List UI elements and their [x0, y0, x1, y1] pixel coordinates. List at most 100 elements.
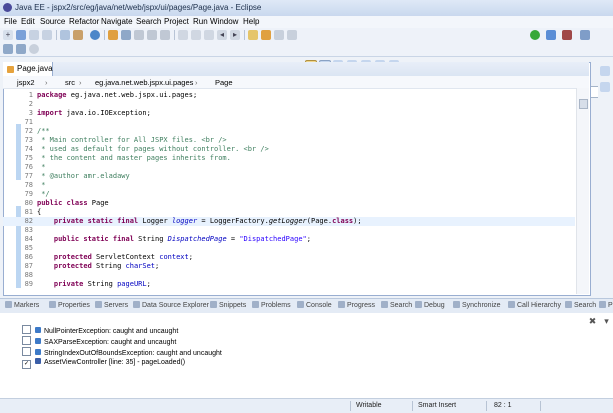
tab-search[interactable]: Search — [381, 301, 412, 309]
code-line[interactable]: 85 — [3, 244, 575, 253]
new-icon[interactable]: + — [3, 30, 13, 40]
line-number: 1 — [28, 91, 33, 99]
code-line[interactable]: 83 — [3, 226, 575, 235]
breakpoint-row[interactable]: ✓ AssetViewController [line: 35] - pageLo… — [22, 358, 185, 369]
code-line[interactable]: 87 protected String charSet; — [3, 262, 575, 271]
tab-page-java[interactable]: Page.java — [3, 62, 53, 76]
menu-file[interactable]: File — [4, 17, 17, 26]
menu-source[interactable]: Source — [40, 17, 65, 26]
new-class-icon[interactable] — [108, 30, 118, 40]
code-line[interactable]: 75 * the content and master pages inheri… — [3, 154, 575, 163]
tab-overflow[interactable]: P — [599, 301, 613, 309]
code-line[interactable]: 73 * Main controller for All JSPX files.… — [3, 136, 575, 145]
annotation-next-icon[interactable] — [191, 30, 201, 40]
tab-markers[interactable]: Markers — [5, 301, 39, 309]
code-line[interactable]: 84 public static final String Dispatched… — [3, 235, 575, 244]
package-icon[interactable] — [73, 30, 83, 40]
menu-project[interactable]: Project — [164, 17, 189, 26]
external-tools-icon[interactable] — [562, 30, 572, 40]
menu-help[interactable]: Help — [243, 17, 259, 26]
code-token: * Main controller for All JSPX files. <b… — [37, 136, 227, 144]
breakpoint-row[interactable]: SAXParseException: caught and uncaught — [22, 336, 176, 346]
code-line[interactable]: 82 private static final Logger logger = … — [3, 217, 575, 226]
pin-icon[interactable] — [178, 30, 188, 40]
code-line[interactable]: 1 package eg.java.net.web.jspx.ui.pages; — [3, 91, 575, 100]
forward-icon[interactable]: ▸ — [230, 30, 240, 40]
web-browser-icon[interactable] — [90, 30, 100, 40]
annotation-prev-icon[interactable] — [204, 30, 214, 40]
server-icon[interactable] — [60, 30, 70, 40]
breadcrumb-src[interactable]: src — [65, 78, 75, 87]
code-token: private — [53, 280, 84, 288]
breakpoint-checkbox[interactable]: ✓ — [22, 360, 31, 369]
tab-call-hierarchy[interactable]: Call Hierarchy — [508, 301, 561, 309]
code-line[interactable]: 76 * — [3, 163, 575, 172]
tab-synchronize[interactable]: Synchronize — [453, 301, 501, 309]
step-return-icon[interactable] — [287, 30, 297, 40]
code-line[interactable]: 80 public class Page — [3, 199, 575, 208]
code-line[interactable]: 88 — [3, 271, 575, 280]
search-icon[interactable] — [147, 30, 157, 40]
tab-problems[interactable]: Problems — [252, 301, 291, 309]
breadcrumb-project[interactable]: jspx2 — [17, 78, 35, 87]
editor-scrollbar[interactable] — [576, 88, 589, 294]
breakpoint-row[interactable]: StringIndexOutOfBoundsException: caught … — [22, 347, 222, 357]
open-type-icon[interactable] — [121, 30, 131, 40]
menu-window[interactable]: Window — [210, 17, 238, 26]
code-line[interactable]: 79 */ — [3, 190, 575, 199]
outline-view-icon[interactable] — [600, 82, 610, 92]
menu-search[interactable]: Search — [136, 17, 161, 26]
code-line[interactable]: 72 /** — [3, 127, 575, 136]
tab-progress[interactable]: Progress — [338, 301, 375, 309]
restore-view-icon[interactable] — [600, 66, 610, 76]
tab-snippets[interactable]: Snippets — [210, 301, 246, 309]
run-last-icon[interactable] — [3, 44, 13, 54]
breakpoint-row[interactable]: NullPointerException: caught and uncaugh… — [22, 325, 178, 335]
task-icon[interactable] — [134, 30, 144, 40]
view-menu-icon[interactable]: ▾ — [602, 317, 611, 326]
debug-icon[interactable] — [546, 30, 556, 40]
tab-properties[interactable]: Properties — [49, 301, 90, 309]
breakpoints-panel: ✖ ▾ NullPointerException: caught and unc… — [0, 313, 613, 398]
history-icon[interactable] — [29, 44, 39, 54]
toggle-mark-icon[interactable] — [160, 30, 170, 40]
tab-search-2[interactable]: Search — [565, 301, 596, 309]
breadcrumb-package[interactable]: eg.java.net.web.jspx.ui.pages — [95, 78, 193, 87]
scrollbar-thumb[interactable] — [579, 99, 588, 109]
remove-all-icon[interactable]: ✖ — [588, 317, 597, 326]
code-line[interactable]: 74 * used as default for pages without c… — [3, 145, 575, 154]
step-into-icon[interactable] — [261, 30, 271, 40]
menu-refactor[interactable]: Refactor — [69, 17, 99, 26]
breakpoint-checkbox[interactable] — [22, 336, 31, 345]
code-line[interactable]: 86 protected ServletContext context; — [3, 253, 575, 262]
open-perspective-icon[interactable] — [580, 30, 590, 40]
save-all-icon[interactable] — [29, 30, 39, 40]
step-over-icon[interactable] — [274, 30, 284, 40]
coverage-icon[interactable] — [16, 44, 26, 54]
menu-navigate[interactable]: Navigate — [101, 17, 133, 26]
breadcrumb-class[interactable]: Page — [215, 78, 233, 87]
code-line[interactable]: 2 — [3, 100, 575, 109]
line-number: 89 — [24, 280, 33, 288]
menu-run[interactable]: Run — [193, 17, 208, 26]
code-line[interactable]: 71 — [3, 118, 575, 127]
code-line[interactable]: 78 * — [3, 181, 575, 190]
print-icon[interactable] — [42, 30, 52, 40]
tab-console[interactable]: Console — [297, 301, 332, 309]
title-bar: Java EE - jspx2/src/eg/java/net/web/jspx… — [0, 0, 613, 17]
code-line[interactable]: 77 * @author amr.eladawy — [3, 172, 575, 181]
skip-breakpoints-icon[interactable] — [248, 30, 258, 40]
run-icon[interactable] — [530, 30, 540, 40]
tab-servers[interactable]: Servers — [95, 301, 128, 309]
code-line[interactable]: 89 private String pageURL; — [3, 280, 575, 289]
menu-edit[interactable]: Edit — [21, 17, 35, 26]
code-line[interactable]: 3 import java.io.IOException; — [3, 109, 575, 118]
save-icon[interactable] — [16, 30, 26, 40]
tab-debug[interactable]: Debug — [415, 301, 445, 309]
code-area[interactable]: 1 package eg.java.net.web.jspx.ui.pages; 2… — [3, 88, 575, 294]
breakpoint-checkbox[interactable] — [22, 347, 31, 356]
code-line[interactable]: 81 { — [3, 208, 575, 217]
back-icon[interactable]: ◂ — [217, 30, 227, 40]
breakpoint-checkbox[interactable] — [22, 325, 31, 334]
tab-data-source-explorer[interactable]: Data Source Explorer — [133, 301, 209, 309]
